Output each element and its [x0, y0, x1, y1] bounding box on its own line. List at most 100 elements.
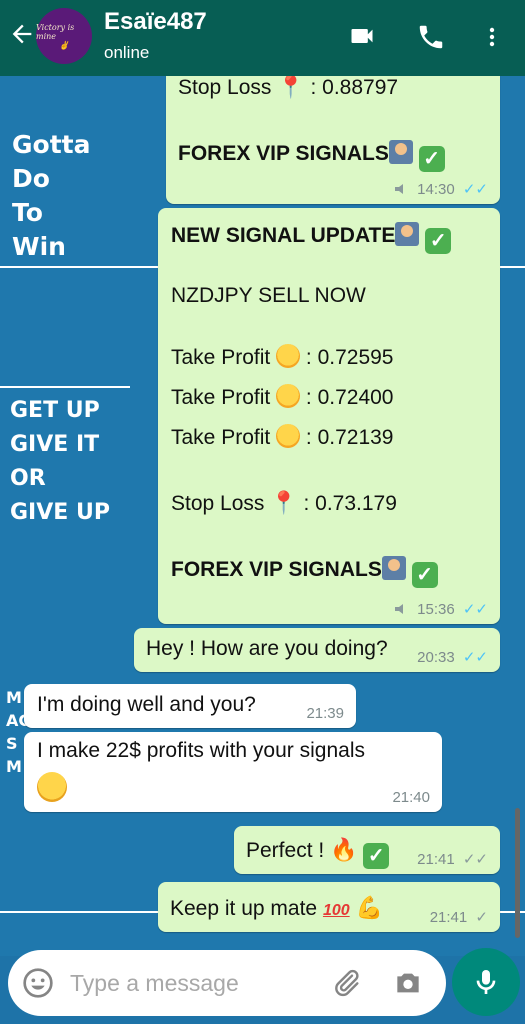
wallpaper-line [0, 911, 180, 913]
technologist-emoji-icon [381, 556, 406, 580]
hugging-face-icon [276, 424, 301, 448]
message-text: Hey ! How are you doing? [146, 637, 388, 660]
scrollbar[interactable] [515, 808, 520, 938]
message-line: Take Profit : 0.72139 [171, 424, 394, 450]
wallpaper-word: OR [10, 466, 46, 491]
message-bubble-outgoing[interactable]: NEW SIGNAL UPDATE ✓ NZDJPY SELL NOW Take… [158, 208, 500, 624]
hundred-points-icon: 100 [322, 902, 350, 919]
message-bubble-outgoing[interactable]: Hey ! How are you doing? 20:33 ✓✓ [134, 628, 500, 672]
message-composer: Type a message [8, 950, 446, 1016]
technologist-emoji-icon [395, 222, 420, 246]
fire-icon: 🔥 [330, 837, 358, 862]
contact-avatar[interactable]: Victory is mine ✌ [36, 8, 92, 64]
message-text: Take Profit [171, 346, 271, 369]
message-line: Stop Loss 📍 : 0.88797 [178, 76, 398, 100]
message-meta: 21:41 ✓✓ [417, 850, 488, 868]
attach-button[interactable] [330, 967, 362, 1004]
message-time: 21:40 [392, 789, 430, 806]
sent-receipt-icon: ✓ [475, 909, 488, 926]
phone-icon [419, 25, 443, 49]
message-bubble-outgoing[interactable]: Stop Loss 📍 : 0.88797 FOREX VIP SIGNALS … [166, 76, 500, 204]
message-line: Perfect ! 🔥 ✓ [246, 837, 390, 869]
message-text: Stop Loss [171, 492, 265, 515]
message-bubble-outgoing[interactable]: Perfect ! 🔥 ✓ 21:41 ✓✓ [234, 826, 500, 874]
wallpaper-word: GIVE IT [10, 432, 100, 457]
voice-record-button[interactable] [452, 948, 520, 1016]
wallpaper-quote-2: GET UP GIVE IT OR GIVE UP [10, 394, 110, 530]
read-receipt-icon: ✓✓ [462, 649, 488, 666]
delivered-receipt-icon: ✓✓ [462, 851, 488, 868]
technologist-emoji-icon [388, 140, 413, 164]
message-line: NZDJPY SELL NOW [171, 284, 366, 307]
message-text: Stop Loss [178, 76, 272, 99]
wallpaper-line [0, 266, 160, 268]
back-button[interactable] [8, 20, 36, 54]
arrow-left-icon [12, 24, 32, 44]
message-line [37, 772, 67, 804]
chat-wallpaper: Gotta Do To Win GET UP GIVE IT OR GIVE U… [0, 76, 525, 956]
microphone-icon [476, 970, 496, 994]
hugging-face-icon [276, 384, 301, 408]
camera-icon [397, 973, 419, 993]
message-bubble-incoming[interactable]: I'm doing well and you? 21:39 [24, 684, 356, 728]
message-time: 21:39 [306, 705, 344, 722]
message-line: Keep it up mate 100 💪 [170, 895, 383, 921]
pushpin-icon: 📍 [270, 490, 298, 515]
contact-name[interactable]: Esaïe487 [104, 8, 207, 36]
message-line: FOREX VIP SIGNALS ✓ [178, 140, 445, 172]
message-bubble-outgoing[interactable]: Keep it up mate 100 💪 21:41 ✓ [158, 882, 500, 932]
message-bubble-incoming[interactable]: I make 22$ profits with your signals 21:… [24, 732, 442, 812]
wallpaper-word: Gotta [12, 130, 91, 159]
camera-button[interactable] [392, 967, 424, 1004]
message-meta: 20:33 ✓✓ [417, 648, 488, 666]
video-call-button[interactable] [346, 22, 378, 55]
message-text: NEW SIGNAL UPDATE [171, 224, 396, 247]
voice-call-button[interactable] [416, 22, 446, 57]
wallpaper-line [0, 386, 130, 388]
message-time: 21:41 [417, 851, 455, 868]
message-input[interactable]: Type a message [70, 970, 239, 997]
emoji-button[interactable] [22, 967, 54, 1004]
flexed-biceps-icon: 💪 [355, 895, 383, 920]
message-meta: 21:41 ✓ [430, 908, 488, 926]
wallpaper-word: To [12, 198, 43, 227]
video-call-icon [351, 29, 373, 43]
wallpaper-word: GET UP [10, 398, 100, 423]
check-mark-icon: ✓ [411, 562, 438, 588]
message-text: : 0.72139 [305, 426, 394, 449]
wallpaper-line [500, 911, 525, 913]
menu-button[interactable] [480, 22, 504, 57]
message-time: 20:33 [417, 649, 455, 666]
message-meta: 14:30 ✓✓ [394, 180, 488, 198]
voice-note-icon [394, 604, 403, 614]
more-vert-icon [489, 27, 495, 47]
contact-status: online [104, 43, 150, 62]
read-receipt-icon: ✓✓ [462, 601, 488, 618]
read-receipt-icon: ✓✓ [462, 181, 488, 198]
hugging-face-icon [276, 344, 301, 368]
message-text: : 0.88797 [310, 76, 399, 99]
check-mark-icon: ✓ [418, 146, 445, 172]
chat-header: Victory is mine ✌ Esaïe487 online [0, 0, 525, 76]
message-text: Take Profit [171, 386, 271, 409]
message-text: FOREX VIP SIGNALS [178, 142, 389, 165]
grinning-face-icon [37, 772, 67, 802]
pushpin-icon: 📍 [277, 76, 305, 99]
wallpaper-word: Win [12, 232, 66, 261]
avatar-hand-icon: ✌ [59, 40, 69, 50]
message-text: Keep it up mate [170, 897, 318, 920]
wallpaper-word: GIVE UP [10, 500, 110, 525]
message-text: : 0.72595 [305, 346, 394, 369]
avatar-text: Victory is mine [36, 22, 75, 41]
message-time: 14:30 [417, 181, 455, 198]
message-line: Stop Loss 📍 : 0.73.179 [171, 490, 397, 516]
message-text: : 0.73.179 [303, 492, 397, 515]
message-line: FOREX VIP SIGNALS ✓ [171, 556, 438, 588]
message-time: 21:41 [429, 909, 468, 926]
check-mark-icon: ✓ [363, 843, 390, 869]
message-meta: 21:40 [392, 789, 430, 806]
message-text: Perfect ! [246, 839, 325, 862]
message-time: 15:36 [417, 601, 455, 618]
check-mark-icon: ✓ [425, 228, 452, 254]
message-line: Take Profit : 0.72595 [171, 344, 394, 370]
